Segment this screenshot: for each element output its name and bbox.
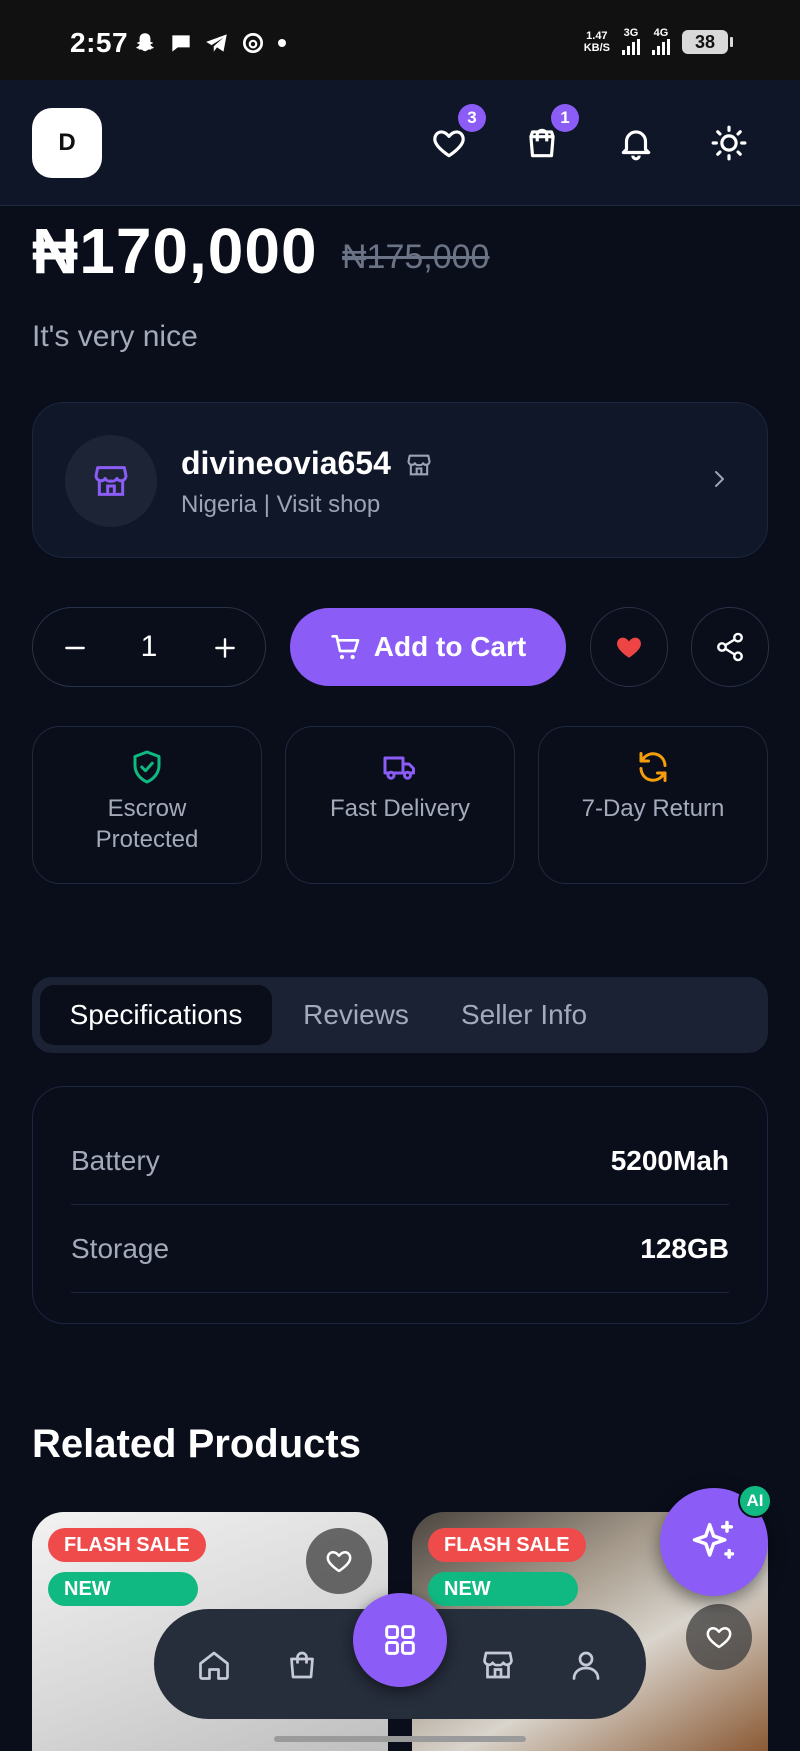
nav-stores[interactable] — [474, 1641, 522, 1689]
product-description: It's very nice — [32, 320, 198, 353]
chat-icon — [172, 35, 190, 52]
shopping-bag-icon — [290, 1651, 314, 1679]
plus-icon — [215, 638, 235, 658]
seller-card[interactable]: divineovia654 Nigeria | Visit shop — [32, 402, 768, 558]
system-status: 1.47 KB/S 3G 4G 38 — [583, 28, 733, 55]
refresh-icon — [639, 752, 667, 782]
cart-count-badge: 1 — [551, 104, 579, 132]
product-favorite-button[interactable] — [306, 1528, 372, 1594]
nav-home[interactable] — [190, 1641, 238, 1689]
user-avatar[interactable]: D — [32, 108, 102, 178]
tab-reviews[interactable]: Reviews — [284, 985, 428, 1045]
chevron-right-icon — [715, 471, 724, 487]
net-speed: 1.47 KB/S — [583, 29, 610, 54]
feature-label: 7-Day Return — [581, 795, 725, 822]
add-to-cart-button[interactable]: Add to Cart — [290, 608, 566, 686]
feature-label: Fast Delivery — [329, 795, 471, 822]
spec-row: Storage 128GB — [71, 1205, 729, 1293]
nav-shop[interactable] — [278, 1641, 326, 1689]
cart-button[interactable]: 1 — [519, 104, 579, 166]
related-products-title: Related Products — [32, 1422, 361, 1466]
status-time: 2:57 — [70, 27, 129, 58]
store-icon — [483, 1651, 513, 1679]
user-icon — [572, 1651, 600, 1680]
signal-3g: 3G — [622, 28, 640, 55]
threads-icon — [242, 32, 264, 54]
heart-icon — [706, 1627, 732, 1649]
ai-badge: AI — [738, 1484, 772, 1518]
feature-return: 7-Day Return — [538, 726, 768, 884]
product-tabs: Specifications Reviews Seller Info — [32, 977, 768, 1053]
wishlist-count-badge: 3 — [458, 104, 486, 132]
spec-value: 5200Mah — [610, 1145, 729, 1176]
store-icon — [94, 466, 128, 496]
quantity-stepper: 1 — [32, 607, 266, 687]
seller-name: divineovia654 — [181, 445, 391, 481]
seller-subtitle[interactable]: Nigeria | Visit shop — [181, 491, 380, 519]
app-header: D 3 1 — [0, 80, 800, 206]
flash-sale-tag: FLASH SALE — [428, 1528, 586, 1562]
new-tag: NEW — [428, 1572, 578, 1606]
ai-assistant-button[interactable]: AI — [660, 1484, 772, 1596]
notification-icons — [132, 30, 286, 56]
heart-icon — [433, 130, 465, 158]
feature-label: Escrow Protected — [95, 795, 199, 853]
shop-avatar — [65, 435, 157, 527]
shopping-bag-icon — [529, 128, 555, 158]
flash-sale-tag: FLASH SALE — [48, 1528, 206, 1562]
feature-fast-delivery: Fast Delivery — [285, 726, 515, 884]
spec-row: Battery 5200Mah — [71, 1117, 729, 1205]
battery-icon: 38 — [682, 29, 733, 54]
feature-escrow: Escrow Protected — [32, 726, 262, 884]
cart-icon — [331, 635, 360, 660]
truck-icon — [383, 756, 415, 780]
home-icon — [199, 1651, 229, 1680]
add-to-cart-label: Add to Cart — [373, 631, 527, 662]
grid-icon — [385, 1625, 415, 1655]
home-indicator[interactable] — [274, 1736, 526, 1742]
product-price: ₦170,000 — [32, 215, 318, 287]
share-icon — [717, 632, 743, 662]
original-price: ₦175,000 — [342, 238, 490, 276]
sparkles-icon — [692, 1520, 735, 1559]
share-button[interactable] — [691, 607, 769, 687]
product-favorite-button[interactable] — [686, 1604, 752, 1670]
tab-seller-info[interactable]: Seller Info — [436, 985, 612, 1045]
spec-key: Storage — [71, 1233, 170, 1264]
telegram-icon — [206, 34, 227, 52]
shield-check-icon — [133, 750, 161, 784]
spec-value: 128GB — [640, 1233, 729, 1264]
specifications-panel: Battery 5200Mah Storage 128GB — [32, 1086, 768, 1324]
wishlist-button[interactable]: 3 — [426, 104, 486, 166]
increase-quantity-button[interactable] — [205, 628, 245, 668]
signal-bars-icon — [622, 39, 640, 55]
bell-icon — [621, 130, 651, 161]
status-bar: 2:57 1.47 KB/S 3G 4G 38 — [0, 0, 800, 80]
more-notifications-dot — [278, 39, 286, 47]
tab-specifications[interactable]: Specifications — [40, 985, 272, 1045]
heart-icon — [326, 1551, 352, 1573]
favorite-button[interactable] — [590, 607, 668, 687]
new-tag: NEW — [48, 1572, 198, 1606]
heart-filled-icon — [617, 637, 641, 658]
snapchat-icon — [136, 33, 154, 52]
signal-4g: 4G — [652, 28, 670, 55]
nav-categories-button[interactable] — [353, 1593, 447, 1687]
sun-icon — [711, 125, 747, 161]
signal-bars-icon — [652, 39, 670, 55]
store-icon — [407, 454, 431, 476]
notifications-button[interactable] — [613, 120, 659, 166]
spec-key: Battery — [71, 1145, 160, 1176]
nav-profile[interactable] — [562, 1641, 610, 1689]
theme-toggle-button[interactable] — [706, 120, 752, 166]
